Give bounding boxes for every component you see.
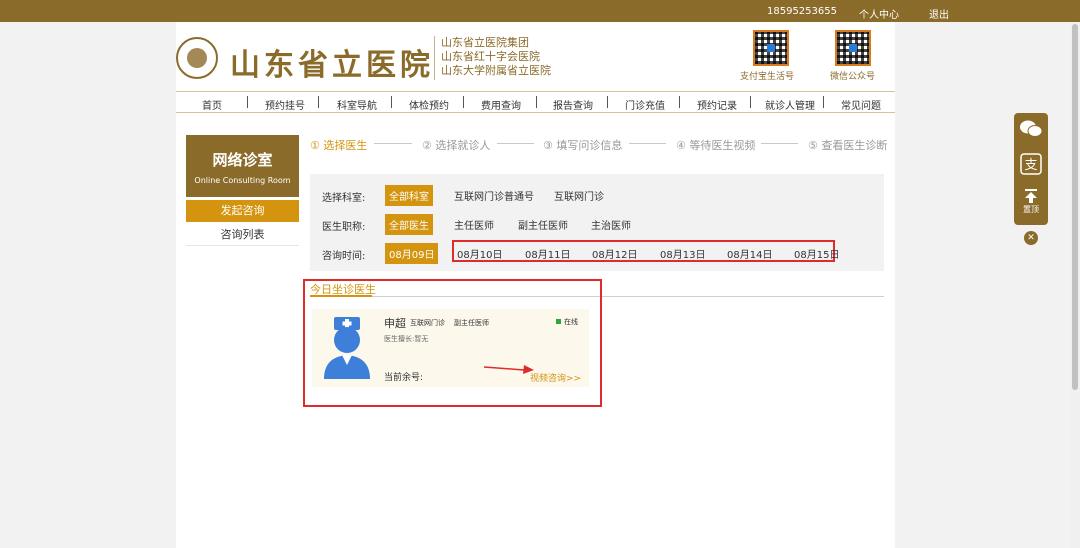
time-label: 咨询时间: <box>322 251 366 262</box>
dept-label: 选择科室: <box>322 193 366 204</box>
title-label: 医生职称: <box>322 222 366 233</box>
title-option-attending[interactable]: 主治医师 <box>587 214 635 235</box>
title-option-all[interactable]: 全部医生 <box>385 214 433 235</box>
back-to-top-button[interactable]: 置顶 <box>1014 189 1048 215</box>
dept-option-general[interactable]: 互联网门诊普通号 <box>450 185 538 206</box>
nav-separator <box>391 96 392 108</box>
step-5: ⑤ 查看医生诊断 <box>808 139 888 152</box>
close-icon[interactable]: ✕ <box>1024 231 1038 245</box>
nav-reports[interactable]: 报告查询 <box>553 97 593 112</box>
doctor-specialty: 医生擅长:暂无 <box>384 335 429 343</box>
nav-departments[interactable]: 科室导航 <box>337 97 377 112</box>
main-nav: 首页 预约挂号 科室导航 体检预约 费用查询 报告查询 门诊充值 预约记录 就诊… <box>176 91 895 113</box>
nav-faq[interactable]: 常见问题 <box>841 97 881 112</box>
sub-name-1: 山东省立医院集团 <box>441 36 529 49</box>
nav-appointment[interactable]: 预约挂号 <box>265 97 305 112</box>
wechat-qr-icon[interactable] <box>835 30 871 66</box>
date-option-0809[interactable]: 08月09日 <box>385 243 439 264</box>
step-connector <box>629 143 666 144</box>
nav-recharge[interactable]: 门诊充值 <box>625 97 665 112</box>
nav-separator <box>247 96 248 108</box>
doctor-dept: 互联网门诊 <box>410 319 445 327</box>
date-option-0811[interactable]: 08月11日 <box>521 243 574 264</box>
nav-separator <box>463 96 464 108</box>
nav-separator <box>607 96 608 108</box>
main-panel: 山东省立医院 山东省立医院集团 山东省红十字会医院 山东大学附属省立医院 支付宝… <box>176 22 895 548</box>
hospital-logo-text[interactable]: 山东省立医院 <box>230 40 434 84</box>
hospital-sub-names: 山东省立医院集团 山东省红十字会医院 山东大学附属省立医院 <box>441 36 551 78</box>
video-consult-link[interactable]: 视频咨询>> <box>530 371 581 384</box>
consulting-room-header: 网络诊室 Online Consulting Room <box>186 135 299 197</box>
date-option-0814[interactable]: 08月14日 <box>723 243 776 264</box>
personal-center-link[interactable]: 个人中心 <box>859 6 899 21</box>
step-connector <box>374 143 412 144</box>
logo-divider <box>434 36 435 80</box>
nav-patients[interactable]: 就诊人管理 <box>765 97 815 112</box>
nav-home[interactable]: 首页 <box>202 97 222 112</box>
nav-separator <box>318 96 319 108</box>
top-bar: 18595253655 个人中心 退出 <box>0 0 1080 22</box>
nav-separator <box>750 96 751 108</box>
step-3: ③ 填写问诊信息 <box>543 139 623 152</box>
back-to-top-label: 置顶 <box>1023 205 1039 214</box>
nav-separator <box>679 96 680 108</box>
nav-separator <box>536 96 537 108</box>
step-connector <box>497 143 534 144</box>
nav-checkup[interactable]: 体检预约 <box>409 97 449 112</box>
online-status-badge: 在线 <box>556 317 578 327</box>
red-arrow-icon <box>484 365 534 374</box>
phone-number: 18595253655 <box>767 6 837 17</box>
nav-separator <box>823 96 824 108</box>
hospital-emblem-icon <box>176 37 218 79</box>
title-option-chief[interactable]: 主任医师 <box>450 214 498 235</box>
filter-panel: 选择科室: 全部科室 互联网门诊普通号 互联网门诊 医生职称: 全部医生 主任医… <box>310 174 884 271</box>
step-2: ② 选择就诊人 <box>422 139 491 152</box>
svg-text:支: 支 <box>1024 158 1037 173</box>
step-connector <box>761 143 798 144</box>
date-option-0813[interactable]: 08月13日 <box>656 243 709 264</box>
arrow-up-icon <box>1025 189 1037 203</box>
logout-link[interactable]: 退出 <box>929 6 949 21</box>
step-4: ④ 等待医生视频 <box>676 139 756 152</box>
start-consult-button[interactable]: 发起咨询 <box>186 200 299 222</box>
consult-list-link[interactable]: 咨询列表 <box>186 224 299 246</box>
nav-records[interactable]: 预约记录 <box>697 97 737 112</box>
alipay-icon[interactable]: 支 <box>1014 153 1048 178</box>
dept-option-internet[interactable]: 互联网门诊 <box>550 185 608 206</box>
consulting-room-title: 网络诊室 <box>212 151 273 169</box>
date-option-0815[interactable]: 08月15日 <box>790 243 843 264</box>
doctor-title: 副主任医师 <box>454 319 489 327</box>
doctor-name: 申超 <box>384 317 406 330</box>
scrollbar-thumb[interactable] <box>1072 24 1078 390</box>
step-1: ① 选择医生 <box>310 139 368 152</box>
alipay-qr-label: 支付宝生活号 <box>740 72 795 82</box>
floating-toolbar: 支 置顶 <box>1014 113 1048 225</box>
doctor-card[interactable]: 申超 互联网门诊 副主任医师 在线 医生擅长:暂无 当前余号: 视频咨询>> <box>312 309 589 387</box>
dept-option-all[interactable]: 全部科室 <box>385 185 433 206</box>
consulting-room-subtitle: Online Consulting Room <box>194 176 291 185</box>
nav-fees[interactable]: 费用查询 <box>481 97 521 112</box>
date-option-0812[interactable]: 08月12日 <box>588 243 641 264</box>
remaining-slots-label: 当前余号: <box>384 373 424 383</box>
alipay-qr-icon[interactable] <box>753 30 789 66</box>
doctor-avatar-icon <box>324 317 370 379</box>
sub-name-3: 山东大学附属省立医院 <box>441 64 551 77</box>
date-option-0810[interactable]: 08月10日 <box>453 243 506 264</box>
date-highlight-box <box>452 240 835 262</box>
wechat-icon[interactable] <box>1014 119 1048 142</box>
title-option-associate[interactable]: 副主任医师 <box>514 214 572 235</box>
sub-name-2: 山东省红十字会医院 <box>441 50 540 63</box>
wechat-qr-label: 微信公众号 <box>830 72 876 82</box>
